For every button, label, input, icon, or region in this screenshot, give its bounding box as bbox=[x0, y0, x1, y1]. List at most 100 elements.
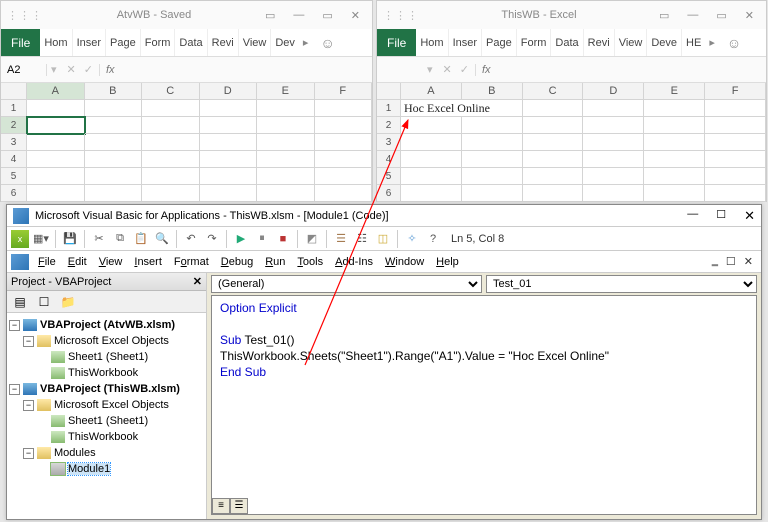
tab-developer[interactable]: Dev bbox=[271, 29, 299, 56]
menu-debug[interactable]: Debug bbox=[216, 256, 258, 268]
cell[interactable] bbox=[315, 151, 373, 168]
cell[interactable] bbox=[705, 117, 766, 134]
tab-data[interactable]: Data bbox=[175, 29, 207, 56]
row-header[interactable]: 1 bbox=[377, 100, 401, 117]
select-all-corner[interactable] bbox=[1, 83, 27, 100]
cell[interactable] bbox=[315, 117, 373, 134]
tree-module1[interactable]: Module1 bbox=[68, 463, 110, 475]
titlebar-right[interactable]: ThisWB - Excel ▭ — ▭ ✕ bbox=[377, 1, 766, 29]
tab-view[interactable]: View bbox=[239, 29, 272, 56]
cell[interactable] bbox=[583, 134, 644, 151]
cell[interactable] bbox=[142, 100, 200, 117]
name-box-dropdown-icon[interactable]: ▾ bbox=[47, 63, 61, 76]
maximize-icon[interactable]: ▭ bbox=[716, 9, 726, 22]
cell[interactable] bbox=[315, 100, 373, 117]
tree-microsoft-excel-objects[interactable]: Microsoft Excel Objects bbox=[54, 335, 169, 347]
minimize-icon[interactable]: — bbox=[687, 9, 698, 22]
procedure-combo[interactable]: Test_01 bbox=[486, 275, 757, 293]
grid-left[interactable]: A B C D E F 1 2 3 4 5 6 bbox=[1, 83, 372, 202]
cell[interactable] bbox=[401, 185, 462, 202]
cell[interactable] bbox=[200, 117, 258, 134]
view-code-icon[interactable]: ▤ bbox=[11, 294, 29, 310]
cell[interactable] bbox=[523, 151, 584, 168]
file-tab[interactable]: File bbox=[1, 29, 40, 56]
col-header[interactable]: F bbox=[315, 83, 373, 100]
tab-data[interactable]: Data bbox=[551, 29, 583, 56]
design-mode-icon[interactable]: ◩ bbox=[303, 230, 321, 248]
tree-sheet1[interactable]: Sheet1 (Sheet1) bbox=[68, 415, 148, 427]
enter-formula-icon[interactable]: ✓ bbox=[84, 63, 93, 76]
mdi-restore-icon[interactable]: ‗ bbox=[712, 255, 718, 268]
col-header[interactable]: A bbox=[401, 83, 462, 100]
find-icon[interactable]: 🔍 bbox=[153, 230, 171, 248]
collapse-icon[interactable]: − bbox=[9, 384, 20, 395]
menu-tools[interactable]: Tools bbox=[292, 256, 328, 268]
cell[interactable] bbox=[142, 151, 200, 168]
cell[interactable] bbox=[583, 117, 644, 134]
close-icon[interactable]: ✕ bbox=[351, 9, 360, 22]
close-icon[interactable]: ✕ bbox=[744, 208, 755, 224]
ribbon-display-icon[interactable]: ▭ bbox=[265, 9, 275, 22]
cancel-formula-icon[interactable]: ✕ bbox=[67, 63, 76, 76]
col-header[interactable]: F bbox=[705, 83, 766, 100]
row-header[interactable]: 5 bbox=[1, 168, 27, 185]
menu-file[interactable]: File bbox=[33, 256, 61, 268]
cell[interactable] bbox=[142, 117, 200, 134]
copy-icon[interactable]: ⧉ bbox=[111, 230, 129, 248]
row-header[interactable]: 4 bbox=[1, 151, 27, 168]
cell[interactable] bbox=[462, 117, 523, 134]
cell[interactable] bbox=[27, 151, 85, 168]
tab-formulas[interactable]: Form bbox=[517, 29, 552, 56]
cell[interactable] bbox=[583, 168, 644, 185]
col-header[interactable]: D bbox=[200, 83, 258, 100]
full-module-view-icon[interactable]: ☰ bbox=[230, 498, 248, 514]
cell[interactable] bbox=[462, 151, 523, 168]
properties-icon[interactable]: ☷ bbox=[353, 230, 371, 248]
menu-addins[interactable]: Add-Ins bbox=[330, 256, 378, 268]
save-icon[interactable]: 💾 bbox=[61, 230, 79, 248]
view-object-icon[interactable]: ☐ bbox=[35, 294, 53, 310]
run-icon[interactable]: ▶ bbox=[232, 230, 250, 248]
ribbon-display-icon[interactable]: ▭ bbox=[659, 9, 669, 22]
cell[interactable] bbox=[85, 100, 143, 117]
collapse-icon[interactable]: − bbox=[23, 336, 34, 347]
code-editor[interactable]: Option Explicit Sub Test_01() ThisWorkbo… bbox=[211, 295, 757, 515]
cell[interactable] bbox=[257, 134, 315, 151]
menu-window[interactable]: Window bbox=[380, 256, 429, 268]
cell[interactable] bbox=[85, 185, 143, 202]
row-header[interactable]: 3 bbox=[377, 134, 401, 151]
cell[interactable] bbox=[705, 185, 766, 202]
help-icon[interactable]: ? bbox=[424, 230, 442, 248]
tree-project-atvwb[interactable]: VBAProject (AtvWB.xlsm) bbox=[40, 319, 175, 331]
paste-icon[interactable]: 📋 bbox=[132, 230, 150, 248]
col-header[interactable]: D bbox=[583, 83, 644, 100]
tab-review[interactable]: Revi bbox=[584, 29, 615, 56]
file-tab[interactable]: File bbox=[377, 29, 416, 56]
view-excel-icon[interactable]: x bbox=[11, 230, 29, 248]
cell[interactable] bbox=[644, 168, 705, 185]
cell[interactable] bbox=[462, 168, 523, 185]
tab-home[interactable]: Hom bbox=[416, 29, 448, 56]
col-header[interactable]: C bbox=[523, 83, 584, 100]
reset-icon[interactable]: ■ bbox=[274, 230, 292, 248]
tab-insert[interactable]: Inser bbox=[73, 29, 106, 56]
tab-view[interactable]: View bbox=[615, 29, 648, 56]
project-explorer-icon[interactable]: ☰ bbox=[332, 230, 350, 248]
tab-developer[interactable]: Deve bbox=[647, 29, 682, 56]
cell[interactable] bbox=[401, 117, 462, 134]
cell[interactable] bbox=[257, 100, 315, 117]
tab-formulas[interactable]: Form bbox=[141, 29, 176, 56]
cell[interactable] bbox=[200, 168, 258, 185]
tree-microsoft-excel-objects[interactable]: Microsoft Excel Objects bbox=[54, 399, 169, 411]
cancel-formula-icon[interactable]: ✕ bbox=[443, 63, 452, 76]
project-explorer-header[interactable]: Project - VBAProject ✕ bbox=[7, 273, 206, 291]
collapse-icon[interactable]: − bbox=[23, 400, 34, 411]
menu-run[interactable]: Run bbox=[260, 256, 290, 268]
cell[interactable] bbox=[200, 185, 258, 202]
minimize-icon[interactable]: — bbox=[687, 208, 698, 224]
cut-icon[interactable]: ✂ bbox=[90, 230, 108, 248]
cell[interactable] bbox=[257, 168, 315, 185]
cell[interactable] bbox=[583, 185, 644, 202]
cell[interactable] bbox=[142, 134, 200, 151]
tab-page[interactable]: Page bbox=[106, 29, 141, 56]
